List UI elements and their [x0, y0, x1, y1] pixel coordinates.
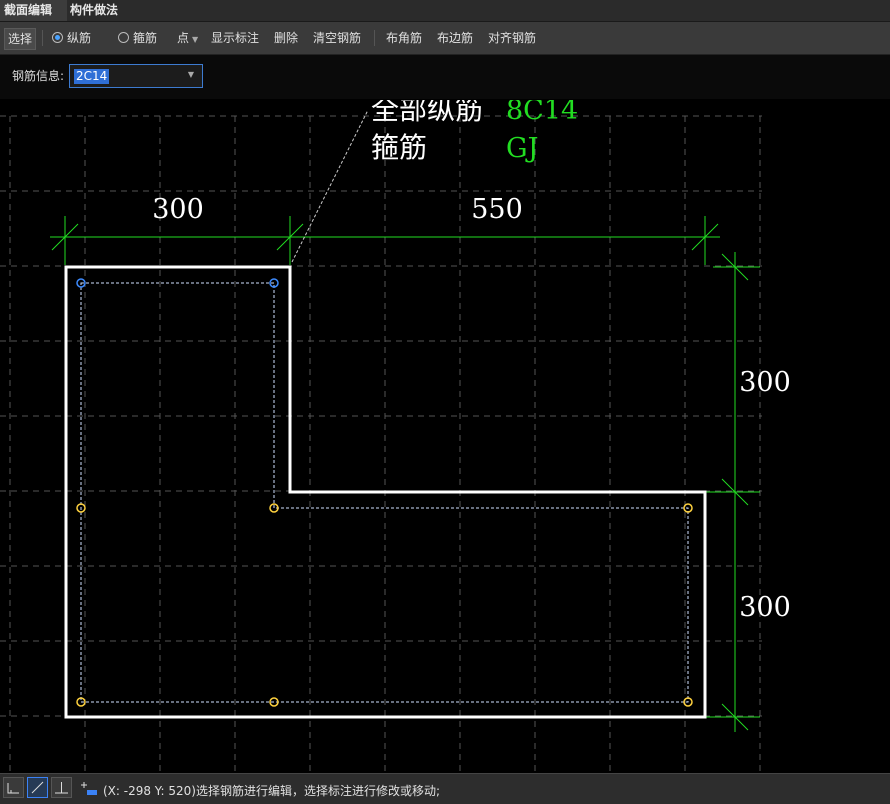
status-text: (X: -298 Y: 520)选择钢筋进行编辑，选择标注进行修改或移动;	[103, 784, 441, 798]
dimension-right-top[interactable]: 300	[739, 367, 791, 398]
add-point-icon[interactable]	[77, 777, 98, 798]
radio-longitudinal-label: 纵筋	[67, 31, 92, 45]
toolbar-divider	[42, 30, 43, 46]
annotation-longitudinal-value[interactable]: 8C14	[506, 100, 578, 126]
align-rebar-button[interactable]: 对齐钢筋	[488, 22, 536, 54]
drawing-canvas[interactable]: 300 550 300 300 全部纵筋 8C14 箍筋 GJ	[0, 100, 890, 773]
dimension-lines[interactable]	[50, 216, 760, 732]
perpendicular-icon[interactable]	[51, 777, 72, 798]
radio-unchecked-icon	[118, 32, 129, 43]
point-dropdown[interactable]: 点 ▼	[177, 22, 198, 54]
point-dropdown-label: 点	[177, 31, 190, 45]
dimension-top-right[interactable]: 550	[471, 194, 523, 225]
select-button[interactable]: 选择	[4, 28, 37, 50]
orthogonal-snap-icon[interactable]	[3, 777, 24, 798]
edge-rebar-button[interactable]: 布边筋	[437, 22, 473, 54]
toolbar-divider	[374, 30, 375, 46]
line-draw-icon[interactable]	[27, 777, 48, 798]
tab-component-method[interactable]: 构件做法	[66, 0, 134, 21]
chevron-down-icon: ▼	[192, 35, 199, 44]
dimension-right-bottom[interactable]: 300	[739, 592, 791, 623]
rebar-info-input[interactable]: 2C14 ▼	[69, 64, 203, 88]
radio-checked-icon	[52, 32, 63, 43]
grid	[0, 115, 762, 773]
annotation-stirrup-label[interactable]: 箍筋	[371, 131, 427, 164]
rebar-info-value[interactable]: 2C14	[74, 69, 110, 84]
annotation-longitudinal-label[interactable]: 全部纵筋	[371, 100, 483, 126]
clear-rebar-button[interactable]: 清空钢筋	[313, 22, 361, 54]
status-bar: (X: -298 Y: 520)选择钢筋进行编辑，选择标注进行修改或移动;	[0, 773, 890, 804]
tab-bar: 截面编辑 构件做法	[0, 0, 890, 22]
annotation-stirrup-value[interactable]: GJ	[506, 133, 538, 164]
dimension-top-left[interactable]: 300	[152, 194, 204, 225]
radio-stirrup-label: 箍筋	[133, 31, 158, 45]
chevron-down-icon[interactable]: ▼	[188, 70, 194, 79]
delete-button[interactable]: 删除	[274, 22, 298, 54]
radio-longitudinal[interactable]: 纵筋	[52, 22, 91, 54]
radio-stirrup[interactable]: 箍筋	[118, 22, 157, 54]
corner-rebar-button[interactable]: 布角筋	[386, 22, 422, 54]
leader-line	[291, 109, 369, 263]
rebar-info-label: 钢筋信息:	[12, 69, 65, 83]
toolbar: 选择 纵筋 箍筋 点 ▼ 显示标注 删除 清空钢筋 布角筋 布边筋 对齐钢筋	[0, 22, 890, 55]
show-annotation-button[interactable]: 显示标注	[211, 22, 259, 54]
tab-section-edit[interactable]: 截面编辑	[0, 0, 67, 21]
